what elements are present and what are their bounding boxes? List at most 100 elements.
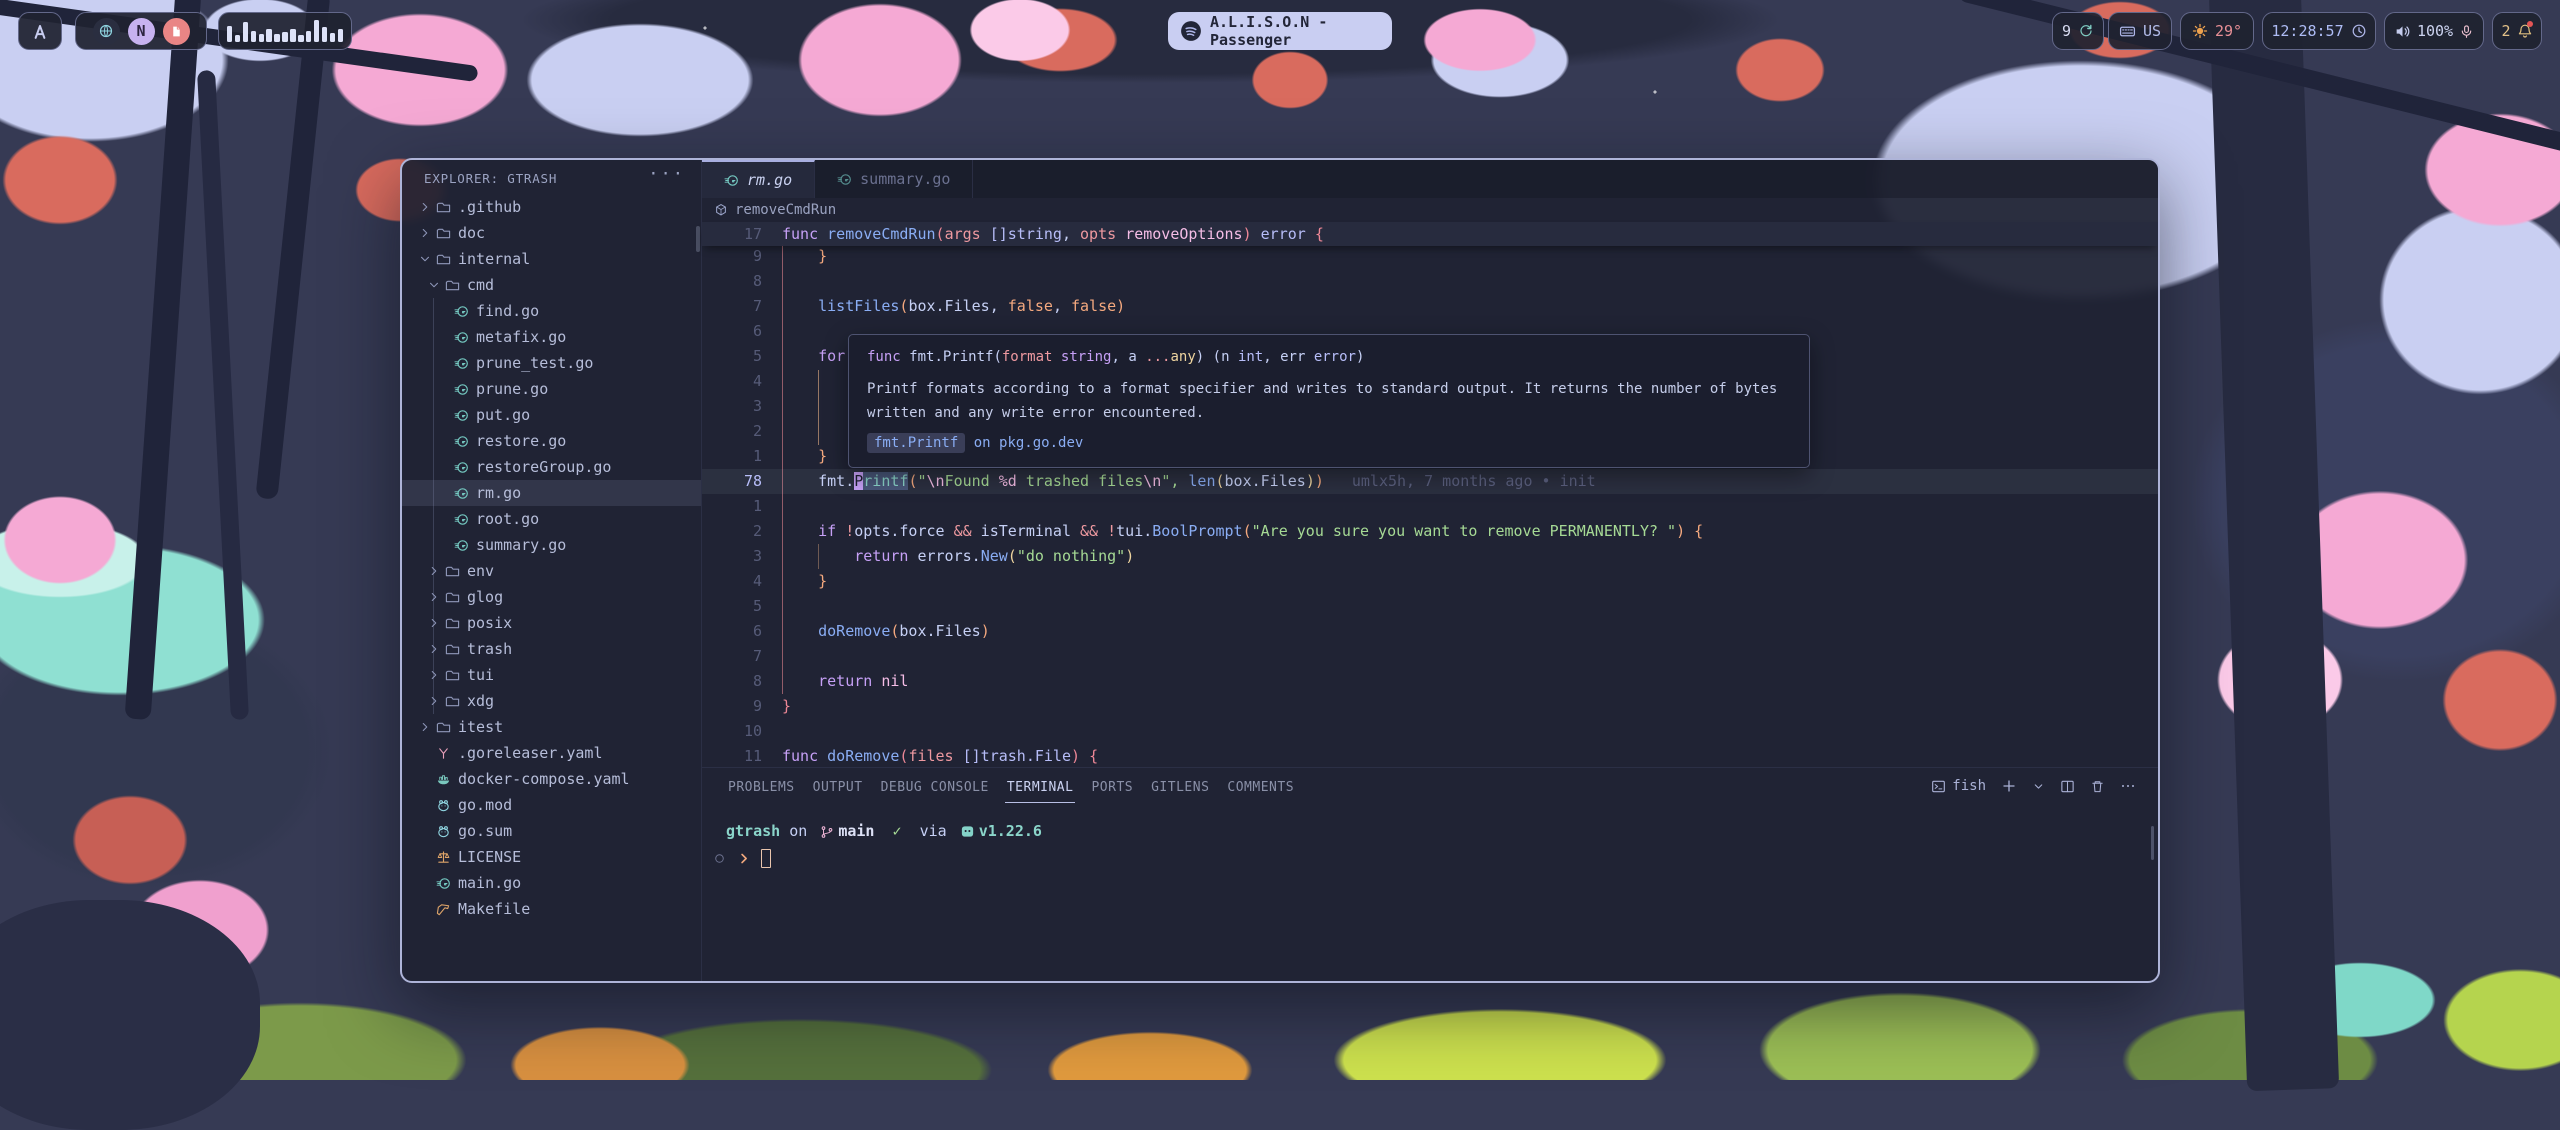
shell-label: fish bbox=[1952, 778, 1986, 794]
code-token: Found bbox=[945, 472, 999, 490]
notifications-widget[interactable]: 2 bbox=[2492, 12, 2542, 50]
app-documents-button[interactable] bbox=[163, 18, 190, 45]
code-token: ) bbox=[1116, 297, 1125, 315]
code-token bbox=[1052, 349, 1060, 365]
code-token: removeCmdRun bbox=[827, 225, 935, 243]
audio-visualizer[interactable] bbox=[218, 12, 352, 50]
tree-item-.goreleaser.yaml[interactable]: .goreleaser.yaml bbox=[402, 740, 701, 766]
now-playing-widget[interactable]: A.L.I.S.O.N - Passenger bbox=[1168, 12, 1392, 50]
tree-item-trash[interactable]: trash bbox=[402, 636, 701, 662]
tree-item-rm.go[interactable]: rm.go bbox=[402, 480, 701, 506]
breadcrumb[interactable]: removeCmdRun bbox=[702, 198, 2158, 222]
visualizer-bar bbox=[290, 29, 295, 42]
visualizer-bar bbox=[266, 29, 271, 42]
code-editor[interactable]: 9 }87 listFiles(box.Files, false, false)… bbox=[702, 244, 2158, 769]
audio-widget[interactable]: 100% bbox=[2384, 12, 2484, 50]
tree-item-docker-compose.yaml[interactable]: docker-compose.yaml bbox=[402, 766, 701, 792]
code-line: 4 } bbox=[702, 569, 2158, 594]
go-file-icon bbox=[454, 330, 469, 345]
panel-tab-terminal[interactable]: TERMINAL bbox=[1005, 770, 1076, 803]
clock-widget[interactable]: 12:28:57 bbox=[2262, 12, 2376, 50]
tree-item-go.sum[interactable]: go.sum bbox=[402, 818, 701, 844]
tree-item-Makefile[interactable]: Makefile bbox=[402, 896, 701, 922]
tooltip-link-text[interactable]: on pkg.go.dev bbox=[965, 435, 1083, 451]
code-line: 10 bbox=[702, 719, 2158, 744]
code-token: func bbox=[782, 225, 827, 243]
top-bar: N A.L.I.S.O.N - Passenger 9 US 29° 12:28… bbox=[0, 0, 2560, 56]
tree-item-cmd[interactable]: cmd bbox=[402, 272, 701, 298]
panel-tab-comments[interactable]: COMMENTS bbox=[1225, 770, 1296, 803]
launcher-button[interactable] bbox=[18, 12, 62, 50]
explorer-more-icon[interactable]: ··· bbox=[648, 164, 685, 184]
keyboard-layout-widget[interactable]: US bbox=[2108, 12, 2172, 50]
tree-item-doc[interactable]: doc bbox=[402, 220, 701, 246]
tree-item-itest[interactable]: itest bbox=[402, 714, 701, 740]
split-terminal-icon[interactable] bbox=[2060, 779, 2075, 794]
tab-summary.go[interactable]: summary.go bbox=[815, 160, 973, 198]
visualizer-bar bbox=[338, 29, 343, 42]
volume-label: 100% bbox=[2417, 22, 2453, 40]
tree-item-find.go[interactable]: find.go bbox=[402, 298, 701, 324]
tree-item-go.mod[interactable]: go.mod bbox=[402, 792, 701, 818]
code-token: ) bbox=[1306, 472, 1315, 490]
visualizer-bar bbox=[314, 20, 319, 42]
code-line: 7 bbox=[702, 644, 2158, 669]
updates-widget[interactable]: 9 bbox=[2052, 12, 2104, 50]
tree-item-put.go[interactable]: put.go bbox=[402, 402, 701, 428]
panel-tab-gitlens[interactable]: GITLENS bbox=[1149, 770, 1211, 803]
tree-item-metafix.go[interactable]: metafix.go bbox=[402, 324, 701, 350]
tab-rm.go[interactable]: rm.go bbox=[702, 160, 815, 198]
bamboo-stalk bbox=[125, 0, 202, 720]
app-notes-button[interactable]: N bbox=[128, 18, 155, 45]
terminal-dropdown-icon[interactable] bbox=[2032, 780, 2045, 793]
line-number: 7 bbox=[702, 644, 782, 669]
tree-item-xdg[interactable]: xdg bbox=[402, 688, 701, 714]
tree-item-main.go[interactable]: main.go bbox=[402, 870, 701, 896]
app-browser-button[interactable] bbox=[93, 18, 120, 45]
chevron-right-icon bbox=[416, 720, 433, 734]
panel-tab-problems[interactable]: PROBLEMS bbox=[726, 770, 797, 803]
code-token: ✓ bbox=[893, 818, 902, 845]
tree-item-internal[interactable]: internal bbox=[402, 246, 701, 272]
tooltip-doc: Printf formats according to a format spe… bbox=[867, 377, 1793, 425]
tree-item-summary.go[interactable]: summary.go bbox=[402, 532, 701, 558]
tree-item-label: restore.go bbox=[476, 432, 566, 450]
terminal[interactable]: gtrash on main ✓ via v1.22.6 bbox=[702, 804, 2158, 981]
new-terminal-icon[interactable] bbox=[2001, 778, 2017, 794]
tree-item-tui[interactable]: tui bbox=[402, 662, 701, 688]
code-token: rintf bbox=[863, 472, 908, 490]
code-token bbox=[1098, 522, 1107, 540]
terminal-scrollbar[interactable] bbox=[2151, 826, 2154, 860]
sidebar-scrollbar[interactable] bbox=[696, 226, 700, 252]
code-token: ( bbox=[1243, 522, 1252, 540]
tree-item-root.go[interactable]: root.go bbox=[402, 506, 701, 532]
microphone-icon bbox=[2459, 24, 2474, 39]
tree-item-prune_test.go[interactable]: prune_test.go bbox=[402, 350, 701, 376]
panel-tab-output[interactable]: OUTPUT bbox=[811, 770, 865, 803]
refresh-icon bbox=[2078, 23, 2094, 39]
tree-item-label: .goreleaser.yaml bbox=[458, 744, 603, 762]
tree-item-LICENSE[interactable]: LICENSE bbox=[402, 844, 701, 870]
code-token: false bbox=[1071, 297, 1116, 315]
shell-selector[interactable]: fish bbox=[1931, 778, 1986, 794]
tree-item-label: prune.go bbox=[476, 380, 548, 398]
weather-widget[interactable]: 29° bbox=[2180, 12, 2254, 50]
tree-item-.github[interactable]: .github bbox=[402, 194, 701, 220]
tree-item-env[interactable]: env bbox=[402, 558, 701, 584]
tree-item-glog[interactable]: glog bbox=[402, 584, 701, 610]
kill-terminal-icon[interactable] bbox=[2090, 779, 2105, 794]
tree-item-restore.go[interactable]: restore.go bbox=[402, 428, 701, 454]
more-actions-icon[interactable] bbox=[2120, 778, 2136, 794]
tree-item-posix[interactable]: posix bbox=[402, 610, 701, 636]
panel-tab-debug-console[interactable]: DEBUG CONSOLE bbox=[879, 770, 991, 803]
tooltip-link[interactable]: fmt.Printf on pkg.go.dev bbox=[867, 435, 1791, 451]
sticky-code: func removeCmdRun(args []string, opts re… bbox=[782, 225, 1324, 243]
code-token: ", bbox=[1161, 472, 1188, 490]
tree-item-restoreGroup.go[interactable]: restoreGroup.go bbox=[402, 454, 701, 480]
panel-tab-ports[interactable]: PORTS bbox=[1089, 770, 1135, 803]
hover-tooltip: func fmt.Printf(format string, a ...any)… bbox=[848, 334, 1810, 468]
code-token: " bbox=[917, 472, 926, 490]
sun-icon bbox=[2192, 23, 2208, 39]
tree-item-prune.go[interactable]: prune.go bbox=[402, 376, 701, 402]
tree-item-label: metafix.go bbox=[476, 328, 566, 346]
